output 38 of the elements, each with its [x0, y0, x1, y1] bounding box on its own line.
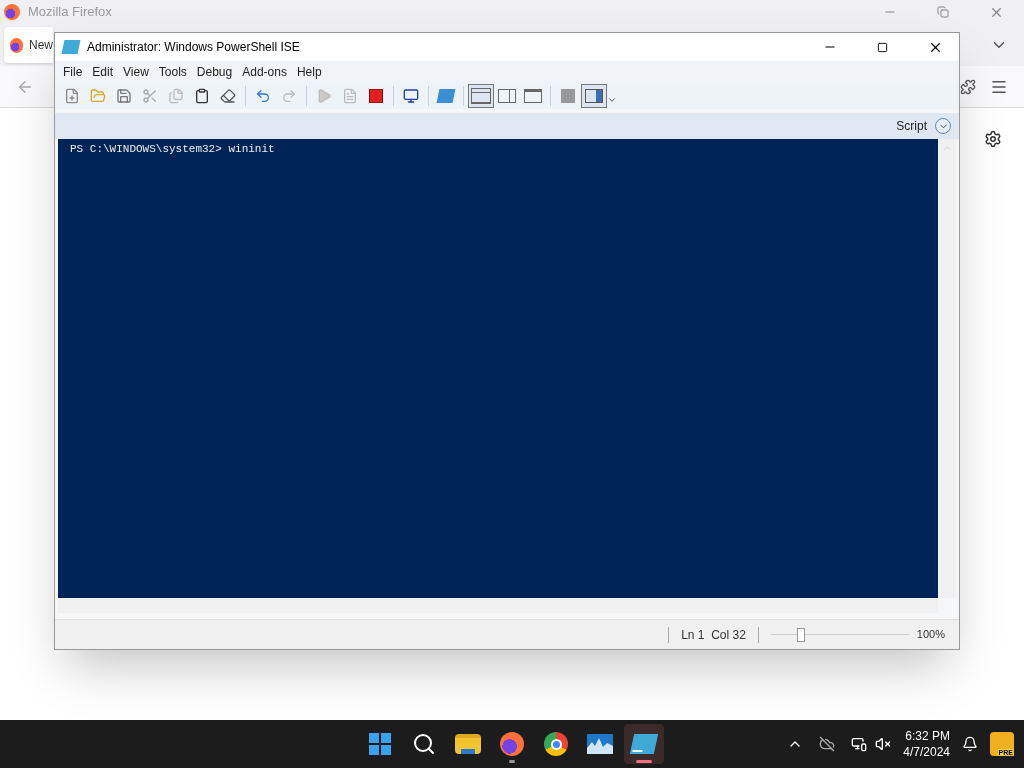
firefox-icon: [4, 4, 20, 20]
firefox-icon: [10, 37, 23, 53]
cursor-position: Ln 1 Col 32: [681, 626, 746, 644]
network-icon[interactable]: [851, 736, 868, 752]
notification-icon[interactable]: [962, 736, 978, 752]
horizontal-scrollbar[interactable]: [58, 598, 938, 613]
clock[interactable]: 6:32 PM 4/7/2024: [903, 728, 950, 760]
menu-item[interactable]: Add-ons: [242, 63, 287, 81]
cmd-pane-tool-icon[interactable]: [581, 84, 607, 108]
zoom-slider[interactable]: [770, 626, 909, 643]
powershell-icon: [61, 40, 81, 54]
clock-date: 4/7/2024: [903, 744, 950, 760]
clock-time: 6:32 PM: [905, 728, 950, 744]
window-title: Mozilla Firefox: [28, 3, 112, 22]
powershell-taskbar-icon[interactable]: [624, 724, 664, 764]
menu-item[interactable]: Tools: [158, 63, 187, 81]
menu-item[interactable]: Help: [296, 63, 322, 81]
pane-label: Script: [896, 118, 927, 135]
window-title: Administrator: Windows PowerShell ISE: [87, 39, 300, 56]
maximize-icon[interactable]: [877, 41, 888, 53]
menu-item[interactable]: File: [63, 63, 83, 81]
cloud-icon[interactable]: [819, 736, 836, 752]
zoom-slider-thumb[interactable]: [797, 627, 806, 642]
extensions-icon[interactable]: [960, 78, 976, 95]
volume-muted-icon[interactable]: [875, 736, 892, 752]
browser-tab[interactable]: New: [4, 27, 53, 63]
expand-icon[interactable]: [935, 118, 951, 134]
settings-icon[interactable]: [984, 130, 1002, 148]
console-pane[interactable]: PS C:\WINDOWS\system32> wininit: [58, 139, 938, 598]
layout-top-tool-icon[interactable]: [468, 84, 494, 108]
vertical-scrollbar[interactable]: [938, 139, 956, 598]
tab-title: New: [29, 37, 53, 54]
console-line: PS C:\WINDOWS\system32> wininit: [70, 142, 276, 157]
menu-item[interactable]: Edit: [92, 63, 114, 81]
menu-item[interactable]: Debug: [196, 63, 233, 81]
menu-item[interactable]: View: [123, 63, 149, 81]
overflow-icon[interactable]: [607, 95, 617, 105]
zoom-level: 100%: [916, 627, 945, 643]
